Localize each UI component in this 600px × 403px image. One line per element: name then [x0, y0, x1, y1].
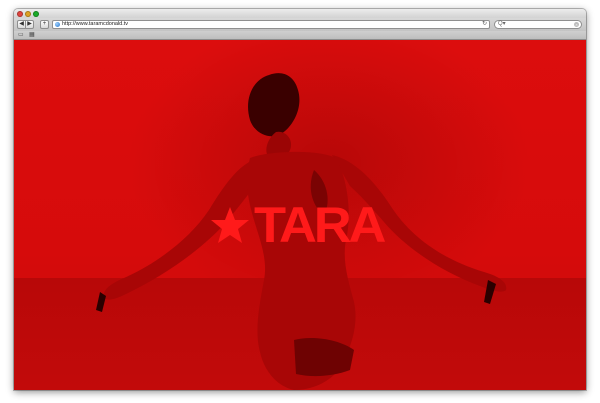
bookmarks-bar: ▭ ▦ — [14, 31, 586, 40]
search-field[interactable]: Q▾ × — [494, 20, 582, 29]
title-bar — [14, 9, 586, 18]
globe-icon — [55, 22, 60, 27]
minimize-window-button[interactable] — [25, 11, 31, 17]
logo-text: TARA — [254, 197, 386, 253]
browser-toolbar: ◀ ▶ + http://www.taramcdonald.tv ↻ Q▾ × — [14, 18, 586, 31]
address-url[interactable]: http://www.taramcdonald.tv — [62, 21, 128, 28]
reload-icon[interactable]: ↻ — [482, 21, 487, 28]
search-icon[interactable]: Q▾ — [498, 21, 506, 28]
clear-search-icon[interactable]: × — [574, 22, 579, 27]
forward-button[interactable]: ▶ — [25, 20, 34, 29]
close-window-button[interactable] — [17, 11, 23, 17]
site-logo[interactable]: TARA — [210, 200, 386, 250]
address-bar[interactable]: http://www.taramcdonald.tv ↻ — [52, 20, 490, 29]
top-sites-icon[interactable]: ▦ — [29, 32, 35, 38]
zoom-window-button[interactable] — [33, 11, 39, 17]
browser-window: ◀ ▶ + http://www.taramcdonald.tv ↻ Q▾ × … — [14, 9, 586, 390]
page-content: TARA — [14, 40, 586, 390]
star-icon — [211, 207, 249, 243]
reading-list-icon[interactable]: ▭ — [18, 32, 24, 38]
add-bookmark-button[interactable]: + — [40, 20, 49, 29]
